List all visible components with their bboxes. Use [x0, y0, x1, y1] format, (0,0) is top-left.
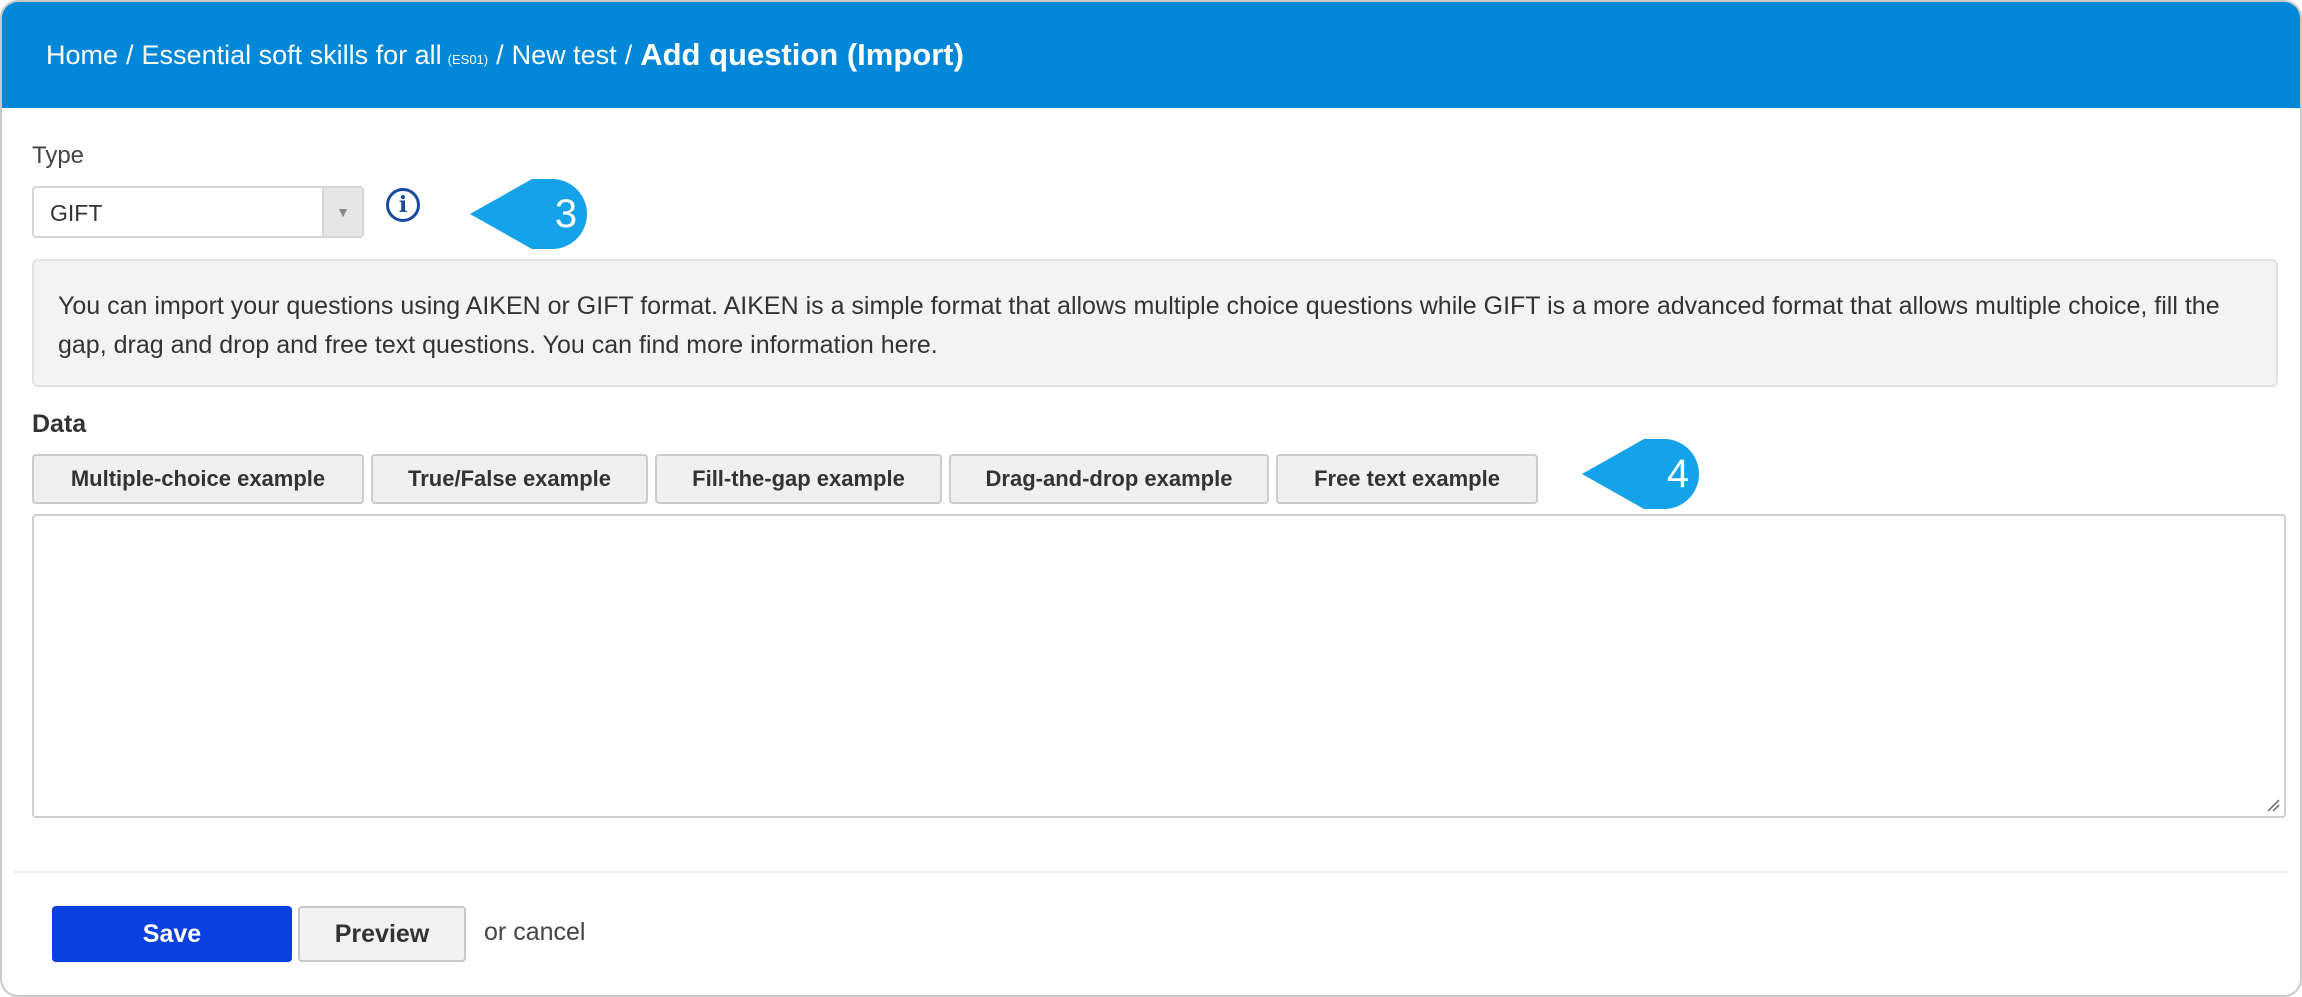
free-text-example-button[interactable]: Free text example	[1276, 454, 1538, 504]
multiple-choice-example-button[interactable]: Multiple-choice example	[32, 454, 364, 504]
callout-number: 3	[554, 191, 578, 236]
data-label: Data	[32, 410, 87, 438]
or-text: or	[484, 918, 507, 946]
info-circle-icon[interactable]: i	[386, 188, 420, 222]
data-textarea[interactable]	[32, 514, 2286, 818]
breadcrumb-separator: /	[624, 39, 633, 70]
callout-number: 4	[1666, 451, 1690, 496]
breadcrumb-course-code: (ES01)	[447, 51, 489, 67]
type-select-value: GIFT	[50, 200, 103, 226]
type-label: Type	[32, 142, 85, 169]
cancel-link[interactable]: cancel	[513, 918, 585, 946]
callout-marker-3: 3	[470, 176, 590, 252]
drag-and-drop-example-button[interactable]: Drag-and-drop example	[949, 454, 1269, 504]
true-false-example-button[interactable]: True/False example	[371, 454, 648, 504]
cancel-area: or cancel	[484, 918, 585, 947]
breadcrumb: Home / Essential soft skills for all (ES…	[2, 2, 2300, 108]
callout-marker-4: 4	[1582, 436, 1702, 512]
breadcrumb-separator: /	[496, 39, 504, 70]
breadcrumb-course[interactable]: Essential soft skills for all	[142, 40, 442, 71]
import-info-text: You can import your questions using AIKE…	[32, 259, 2278, 387]
breadcrumb-home[interactable]: Home	[46, 40, 118, 71]
page-title: Add question (Import)	[640, 37, 964, 72]
breadcrumb-test[interactable]: New test	[512, 40, 617, 71]
type-select[interactable]: GIFT ▼	[32, 186, 364, 238]
footer-divider	[14, 871, 2288, 873]
page-frame: Home / Essential soft skills for all (ES…	[0, 0, 2302, 997]
breadcrumb-separator: /	[126, 39, 134, 70]
preview-button[interactable]: Preview	[298, 906, 466, 962]
save-button[interactable]: Save	[52, 906, 292, 962]
caret-down-icon[interactable]: ▼	[322, 188, 362, 236]
resize-grip-icon[interactable]	[2266, 798, 2280, 812]
fill-the-gap-example-button[interactable]: Fill-the-gap example	[655, 454, 942, 504]
